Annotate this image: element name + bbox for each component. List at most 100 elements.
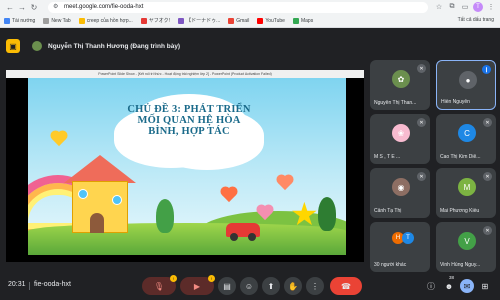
meeting-controls: 20:31 fie-ooda-hxt 🎙! ▶! ▤ ☺ ⬆ ✋ ⋮ ☎ ⓘ ☻… bbox=[0, 272, 500, 300]
bookmark-favicon bbox=[78, 17, 85, 24]
slide-title: CHỦ ĐỀ 3: PHÁT TRIỂN MỐI QUAN HỆ HÒA BÌN… bbox=[118, 104, 260, 137]
notice-badge: ! bbox=[208, 275, 215, 282]
more-options-button[interactable]: ⋮ bbox=[306, 277, 324, 295]
bookmark-item[interactable]: New Tab bbox=[43, 17, 71, 24]
people-count: 38 bbox=[449, 275, 455, 280]
bookmark-favicon bbox=[4, 17, 10, 24]
all-bookmarks-link[interactable]: Tất cả dấu trang bbox=[458, 17, 494, 23]
mic-off-icon: ✕ bbox=[483, 172, 492, 181]
others-tile[interactable]: H T 30 người khác bbox=[370, 222, 430, 272]
bookmark-favicon bbox=[228, 17, 235, 24]
bookmark-label: 【ドーナドゥ... bbox=[186, 18, 221, 24]
participant-tile[interactable]: ✿ ✕ Nguyễn Thị Than... bbox=[370, 60, 430, 110]
heart-illustration bbox=[277, 175, 293, 191]
bookmark-item[interactable]: ヤフオク! bbox=[140, 17, 170, 24]
present-button[interactable]: ⬆ bbox=[262, 277, 280, 295]
heart-illustration bbox=[221, 187, 237, 203]
side-panel-icon[interactable]: ▭ bbox=[460, 2, 470, 12]
bookmark-favicon bbox=[257, 17, 264, 24]
bookmark-favicon bbox=[140, 17, 147, 24]
bookmark-favicon bbox=[43, 17, 50, 24]
participant-name: Hiền Nguyễn bbox=[441, 99, 470, 105]
heart-illustration bbox=[51, 131, 67, 147]
emoji-button[interactable]: ☺ bbox=[240, 277, 258, 295]
end-call-icon: ☎ bbox=[341, 281, 351, 291]
bookmark-item[interactable]: YouTube bbox=[257, 17, 285, 24]
slide: ★ CHỦ ĐỀ 3: PHÁT TRIỂN MỐI QUAN HỆ HÒA B… bbox=[28, 78, 346, 255]
participant-tile[interactable]: V ✕ Vinh Hùng Nguy... bbox=[436, 222, 496, 272]
activities-icon: ⊞ bbox=[481, 281, 489, 291]
presenter-avatar bbox=[32, 41, 42, 51]
forward-icon[interactable]: → bbox=[16, 1, 28, 13]
bookmark-item[interactable]: Tài nướng bbox=[4, 17, 35, 24]
bookmark-label: Maps bbox=[300, 17, 314, 24]
participant-name: Nguyễn Thị Than... bbox=[374, 100, 417, 106]
slide-title-line: MỐI QUAN HỆ HÒA bbox=[137, 115, 241, 126]
mic-off-icon: ✕ bbox=[417, 64, 426, 73]
participant-name: Vinh Hùng Nguy... bbox=[440, 262, 481, 268]
raise-hand-button[interactable]: ✋ bbox=[284, 277, 302, 295]
address-row: ← → ↻ ⚙ meet.google.com/fie-ooda-hxt ☆ ⧉… bbox=[0, 0, 500, 14]
presenter-bar: ▣ Nguyễn Thị Thanh Hương (Đang trình bày… bbox=[6, 36, 362, 56]
bookmark-star-icon[interactable]: ☆ bbox=[434, 2, 444, 12]
emoji-icon: ☺ bbox=[244, 281, 254, 291]
bookmark-item[interactable]: Gmail bbox=[228, 17, 249, 24]
meeting-code: fie-ooda-hxt bbox=[34, 281, 71, 288]
slide-title-line: CHỦ ĐỀ 3: PHÁT TRIỂN bbox=[127, 104, 251, 115]
meeting-time: 20:31 bbox=[8, 281, 26, 288]
speaking-indicator-icon: ❙ bbox=[482, 65, 491, 74]
captions-button[interactable]: ▤ bbox=[218, 277, 236, 295]
bookmark-item[interactable]: 【ドーナドゥ... bbox=[178, 17, 220, 24]
back-icon[interactable]: ← bbox=[4, 1, 16, 13]
slide-frame bbox=[6, 78, 28, 262]
mic-icon: 🎙 bbox=[153, 281, 165, 291]
presenter-label: Nguyễn Thị Thanh Hương (Đang trình bày) bbox=[48, 42, 181, 50]
participant-tile[interactable]: ❀ ✕ M S , T E ... bbox=[370, 114, 430, 164]
info-icon: ⓘ bbox=[427, 281, 435, 291]
profile-avatar[interactable]: T bbox=[473, 2, 483, 12]
bookmark-label: New Tab bbox=[51, 17, 71, 24]
participant-avatar: ❀ bbox=[392, 124, 410, 142]
present-icon: ⬆ bbox=[267, 281, 275, 291]
house-window-illustration bbox=[112, 195, 122, 205]
leave-call-button[interactable]: ☎ bbox=[330, 277, 362, 295]
car-illustration bbox=[226, 223, 260, 241]
slide-title-line: BÌNH, HỢP TÁC bbox=[148, 126, 230, 137]
participant-tile[interactable]: M ✕ Mai Phương Kiều bbox=[436, 168, 496, 218]
mic-toggle-button[interactable]: 🎙! bbox=[142, 275, 177, 295]
presentation-icon[interactable]: ▣ bbox=[6, 39, 20, 53]
chat-button[interactable]: ✉ bbox=[460, 279, 474, 293]
participant-name: Cảnh Tạ Thị bbox=[374, 208, 402, 214]
tree-illustration bbox=[318, 197, 336, 231]
extensions-icon[interactable]: ⧉ bbox=[447, 2, 457, 12]
people-button[interactable]: ☻ 38 bbox=[442, 275, 456, 293]
site-info-icon[interactable]: ⚙ bbox=[53, 2, 58, 13]
more-icon: ⋮ bbox=[311, 281, 319, 291]
participant-tile[interactable]: C ✕ Cao Thị Kim Diễ... bbox=[436, 114, 496, 164]
camera-toggle-button[interactable]: ▶! bbox=[180, 275, 215, 295]
bookmark-item[interactable]: creep của hồn hợp... bbox=[78, 17, 133, 24]
others-count: 30 người khác bbox=[374, 262, 407, 268]
bookmark-item[interactable]: Maps bbox=[292, 17, 314, 24]
participant-name: M S , T E ... bbox=[374, 154, 401, 160]
participant-tile[interactable]: ● ❙ Hiền Nguyễn bbox=[436, 60, 496, 110]
slideshow-window-title: PowerPoint Slide Show - [Kết nối tri thứ… bbox=[6, 70, 364, 78]
others-avatars: H T bbox=[392, 232, 416, 246]
shared-screen: PowerPoint Slide Show - [Kết nối tri thứ… bbox=[6, 70, 364, 262]
reload-icon[interactable]: ↻ bbox=[28, 1, 40, 13]
url-bar[interactable]: ⚙ meet.google.com/fie-ooda-hxt bbox=[48, 2, 428, 13]
chrome-menu-icon[interactable]: ⋮ bbox=[486, 2, 496, 12]
star-illustration: ★ bbox=[290, 196, 319, 232]
camera-icon: ▶ bbox=[193, 281, 201, 291]
bookmark-label: YouTube bbox=[265, 17, 285, 24]
chat-icon: ✉ bbox=[463, 281, 471, 291]
activities-button[interactable]: ⊞ bbox=[478, 279, 492, 293]
participant-avatar: T bbox=[402, 232, 414, 244]
meeting-details-button[interactable]: ⓘ bbox=[424, 279, 438, 293]
bookmark-favicon bbox=[292, 17, 299, 24]
bookmark-label: creep của hồn hợp... bbox=[86, 17, 133, 24]
browser-chrome: ← → ↻ ⚙ meet.google.com/fie-ooda-hxt ☆ ⧉… bbox=[0, 0, 500, 28]
participant-tile[interactable]: ◉ ✕ Cảnh Tạ Thị bbox=[370, 168, 430, 218]
participant-avatar: ● bbox=[459, 71, 477, 89]
participant-avatar: C bbox=[458, 124, 476, 142]
